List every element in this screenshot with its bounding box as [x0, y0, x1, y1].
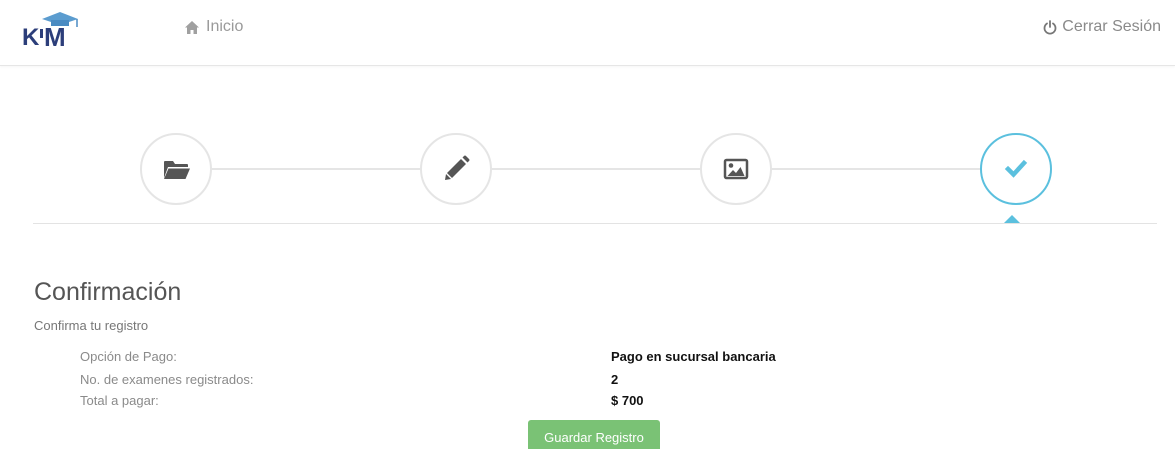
summary-value: 2 [611, 372, 619, 387]
wizard-step-confirm[interactable] [980, 133, 1052, 205]
summary-row-exams: No. de examenes registrados: 2 [80, 372, 980, 389]
summary-label: Total a pagar: [80, 393, 159, 408]
top-navbar: K M Inicio Cerrar Sesión [0, 0, 1175, 66]
summary-row-total: Total a pagar: $ 700 [80, 393, 980, 410]
home-icon [185, 20, 199, 34]
summary-row-payment: Opción de Pago: Pago en sucursal bancari… [80, 349, 980, 366]
logout-label: Cerrar Sesión [1062, 18, 1161, 35]
summary-label: No. de examenes registrados: [80, 372, 254, 387]
folder-open-icon [164, 161, 190, 179]
save-registration-button[interactable]: Guardar Registro [528, 420, 660, 449]
power-icon [1043, 19, 1057, 34]
svg-text:M: M [44, 22, 66, 50]
pencil-icon [445, 155, 470, 180]
page-title: Confirmación [34, 278, 182, 306]
wizard-step-documents[interactable] [140, 133, 212, 205]
wizard-step-edit[interactable] [420, 133, 492, 205]
page-subtitle: Confirma tu registro [34, 318, 149, 333]
logo-graphic: K M [22, 12, 78, 52]
registration-wizard [33, 120, 1157, 230]
wizard-step-picture[interactable] [700, 133, 772, 205]
svg-text:K: K [22, 24, 40, 50]
summary-label: Opción de Pago: [80, 349, 177, 364]
nav-home-label: Inicio [206, 18, 244, 35]
summary-value: $ 700 [611, 393, 644, 408]
summary-value: Pago en sucursal bancaria [611, 349, 776, 364]
picture-icon [723, 158, 749, 180]
check-icon [1004, 159, 1028, 178]
nav-home-link[interactable]: Inicio [184, 18, 243, 36]
wizard-divider [33, 223, 1157, 224]
kim-logo[interactable]: K M [22, 10, 86, 52]
logout-link[interactable]: Cerrar Sesión [1043, 18, 1161, 36]
wizard-connector-line [178, 168, 1018, 170]
